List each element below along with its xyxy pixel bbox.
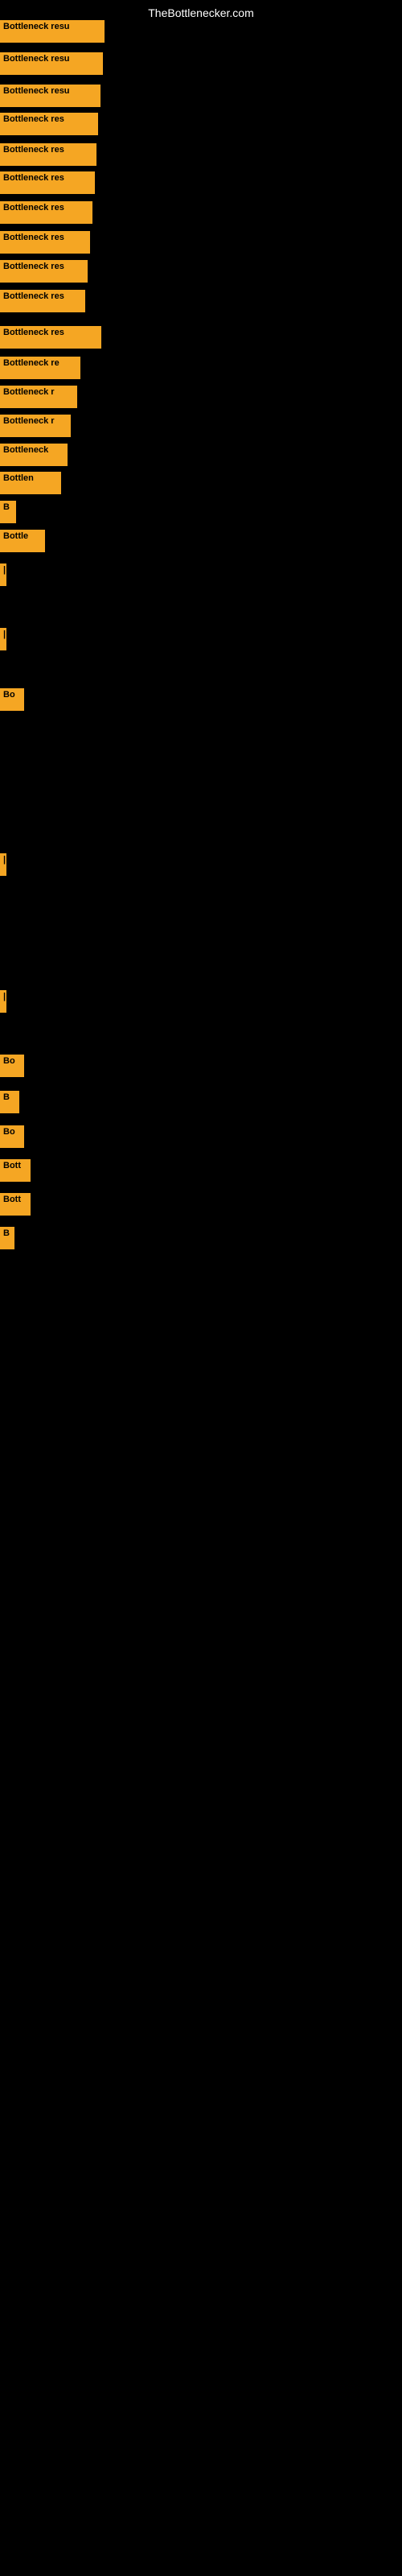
bar-item-6[interactable]: Bottleneck res: [0, 171, 95, 194]
bar-item-17[interactable]: B: [0, 501, 16, 523]
bar-item-28[interactable]: Bott: [0, 1193, 31, 1216]
bar-item-4[interactable]: Bottleneck res: [0, 113, 98, 135]
bar-item-10[interactable]: Bottleneck res: [0, 290, 85, 312]
bar-item-25[interactable]: B: [0, 1091, 19, 1113]
bar-item-27[interactable]: Bott: [0, 1159, 31, 1182]
bar-item-19[interactable]: |: [0, 564, 6, 586]
bar-item-3[interactable]: Bottleneck resu: [0, 85, 100, 107]
bar-item-13[interactable]: Bottleneck r: [0, 386, 77, 408]
bar-item-16[interactable]: Bottlen: [0, 472, 61, 494]
bar-item-8[interactable]: Bottleneck res: [0, 231, 90, 254]
bar-item-29[interactable]: B: [0, 1227, 14, 1249]
bar-item-11[interactable]: Bottleneck res: [0, 326, 101, 349]
bar-item-14[interactable]: Bottleneck r: [0, 415, 71, 437]
bar-item-18[interactable]: Bottle: [0, 530, 45, 552]
bar-item-7[interactable]: Bottleneck res: [0, 201, 92, 224]
bar-item-2[interactable]: Bottleneck resu: [0, 52, 103, 75]
bar-item-24[interactable]: Bo: [0, 1055, 24, 1077]
bar-item-1[interactable]: Bottleneck resu: [0, 20, 105, 43]
bar-item-22[interactable]: |: [0, 853, 6, 876]
bar-item-20[interactable]: |: [0, 628, 6, 650]
bar-item-12[interactable]: Bottleneck re: [0, 357, 80, 379]
bar-item-5[interactable]: Bottleneck res: [0, 143, 96, 166]
bar-item-21[interactable]: Bo: [0, 688, 24, 711]
bar-item-9[interactable]: Bottleneck res: [0, 260, 88, 283]
bar-item-26[interactable]: Bo: [0, 1125, 24, 1148]
bar-item-15[interactable]: Bottleneck: [0, 444, 68, 466]
bar-item-23[interactable]: |: [0, 990, 6, 1013]
